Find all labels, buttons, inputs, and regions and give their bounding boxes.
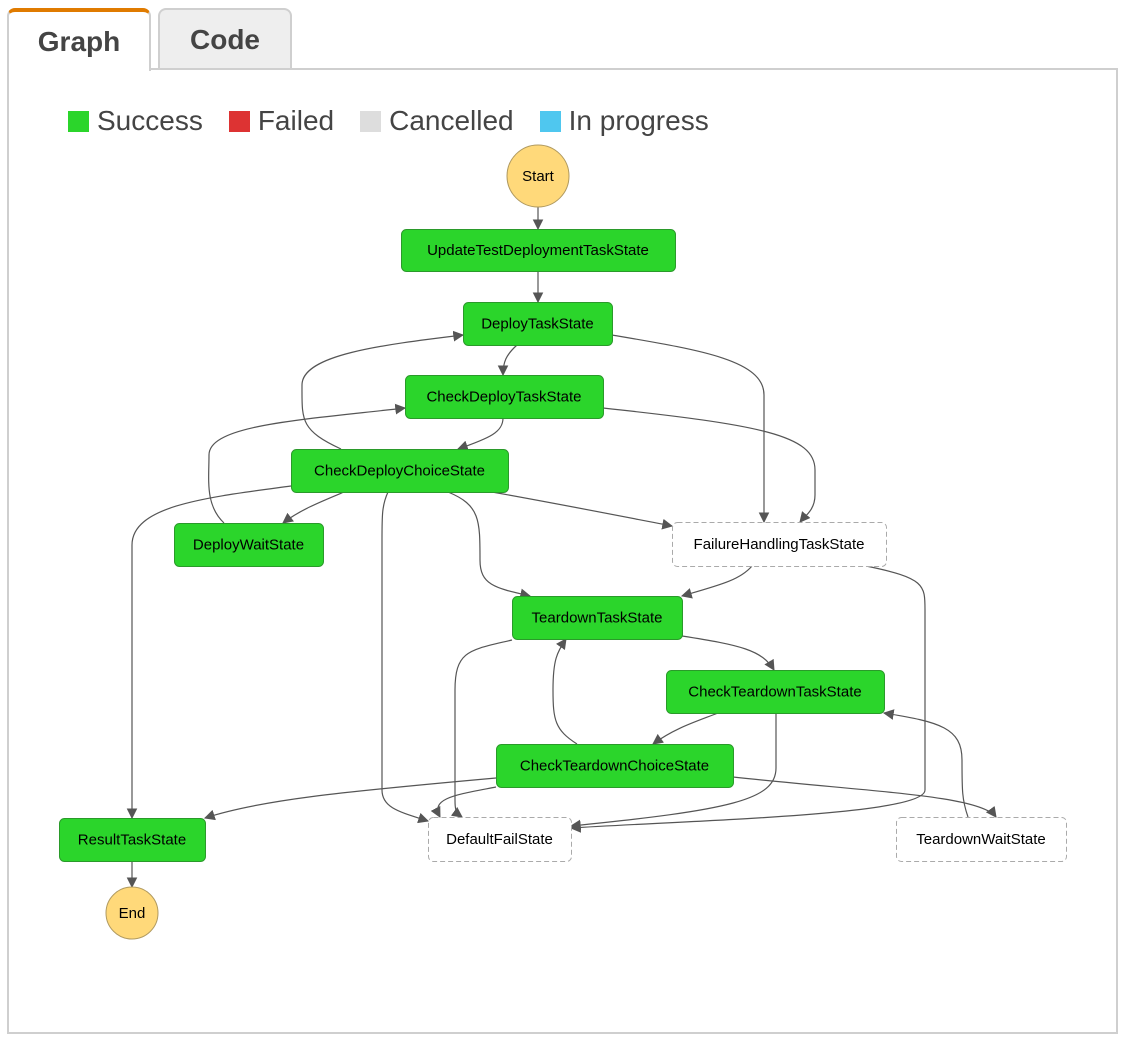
state-label: UpdateTestDeploymentTaskState	[427, 242, 649, 259]
state-node-teardownWait[interactable]: TeardownWaitState	[896, 817, 1067, 862]
state-label: CheckDeployTaskState	[426, 389, 581, 406]
state-node-deployWait[interactable]: DeployWaitState	[174, 523, 324, 567]
state-label: CheckTeardownTaskState	[688, 684, 861, 701]
edge-checkDeployChoice-to-defaultFail	[381, 491, 430, 824]
edge-checkTeardownTask-to-checkTeardownChoice	[652, 712, 719, 745]
state-label: DefaultFailState	[446, 831, 553, 848]
state-node-update[interactable]: UpdateTestDeploymentTaskState	[401, 229, 676, 272]
state-label: TeardownWaitState	[916, 831, 1046, 848]
edge-checkTeardownChoice-to-defaultFail	[430, 786, 497, 818]
state-label: TeardownTaskState	[532, 610, 663, 627]
edge-checkTeardownChoice-to-teardown	[552, 638, 578, 745]
edge-teardown-to-checkTeardownTask	[681, 635, 775, 671]
edge-checkDeployChoice-to-deployWait	[282, 491, 345, 524]
state-node-end[interactable]: End	[105, 886, 159, 940]
edge-deploy-to-failureHandling	[611, 334, 770, 524]
state-node-result[interactable]: ResultTaskState	[59, 818, 206, 862]
edge-checkTeardownChoice-to-teardownWait	[732, 776, 997, 818]
state-label: End	[119, 905, 146, 922]
edge-checkTeardownChoice-to-result	[203, 777, 497, 821]
state-label: CheckTeardownChoiceState	[520, 758, 709, 775]
state-node-deploy[interactable]: DeployTaskState	[463, 302, 613, 346]
state-label: CheckDeployChoiceState	[314, 463, 485, 480]
edge-deploy-to-checkDeployTask	[497, 344, 518, 377]
edge-checkDeployTask-to-checkDeployChoice	[456, 417, 504, 451]
edge-checkDeployChoice-to-failureHandling	[491, 491, 674, 530]
state-label: DeployWaitState	[193, 537, 304, 554]
nodes-layer: Start UpdateTestDeploymentTaskState Deploy…	[59, 144, 1067, 940]
state-node-start[interactable]: Start	[506, 144, 570, 208]
state-node-failureHandling[interactable]: FailureHandlingTaskState	[672, 522, 887, 567]
state-node-checkDeployTask[interactable]: CheckDeployTaskState	[405, 375, 604, 419]
state-label: FailureHandlingTaskState	[694, 536, 865, 553]
state-node-checkTeardownTask[interactable]: CheckTeardownTaskState	[666, 670, 885, 714]
state-label: DeployTaskState	[481, 316, 594, 333]
state-node-defaultFail[interactable]: DefaultFailState	[428, 817, 572, 862]
edge-checkDeployChoice-to-teardown	[447, 491, 532, 600]
state-label: Start	[522, 168, 555, 185]
state-node-checkDeployChoice[interactable]: CheckDeployChoiceState	[291, 449, 509, 493]
edge-failureHandling-to-teardown	[680, 565, 753, 599]
state-label: ResultTaskState	[78, 832, 186, 849]
state-node-teardown[interactable]: TeardownTaskState	[512, 596, 683, 640]
edge-checkDeployTask-to-failureHandling	[602, 407, 816, 523]
state-node-checkTeardownChoice[interactable]: CheckTeardownChoiceState	[496, 744, 734, 788]
state-machine-graph: Start UpdateTestDeploymentTaskState Deploy…	[59, 144, 1067, 940]
edge-teardown-to-defaultFail	[450, 639, 513, 818]
